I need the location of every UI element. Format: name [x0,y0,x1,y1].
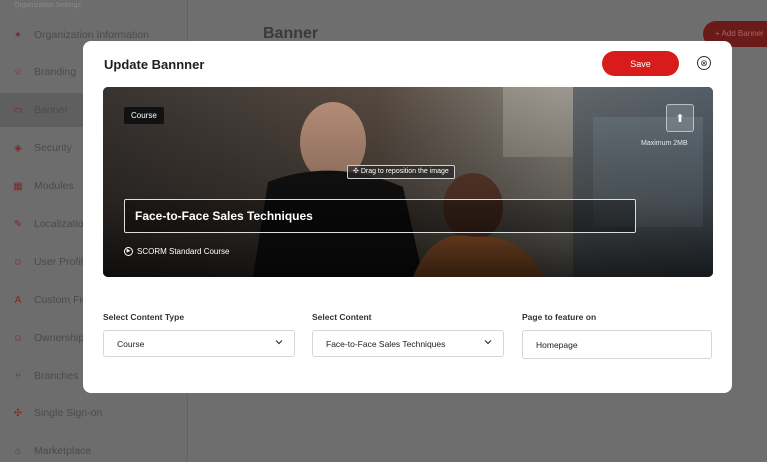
page-feature-label: Page to feature on [522,312,597,322]
save-button[interactable]: Save [602,51,679,76]
chevron-down-icon [484,340,492,345]
banner-title-field[interactable]: Face-to-Face Sales Techniques [124,199,636,233]
drag-hint-label: Drag to reposition the image [360,168,449,175]
content-type-tag: Course [124,107,164,124]
sidebar-item-label: Branding [34,66,77,78]
sidebar-item-single-sign-on[interactable]: ✣ Single Sign-on [0,396,188,430]
store-icon: ⌂ [14,445,22,457]
star-icon: ☆ [13,66,23,78]
branch-icon: ⑂ [15,370,21,382]
sidebar-item-label: Organization Information [34,29,149,41]
upload-image-button[interactable]: ⬆ [666,104,694,132]
course-type-text: SCORM Standard Course [137,247,230,256]
sidebar-item-label: Security [34,142,72,154]
close-icon[interactable]: ⊗ [697,56,711,70]
page-feature-field[interactable]: Homepage [522,330,712,359]
content-type-value: Course [117,338,145,349]
move-icon: ✣ [353,168,361,175]
modal-title: Update Bannner [104,57,205,72]
user-icon: ☺ [12,332,24,344]
key-icon: ✣ [13,407,23,419]
sidebar-item-label: Modules [34,180,74,192]
course-type-label: ▶ SCORM Standard Course [124,247,229,256]
sidebar-item-marketplace[interactable]: ⌂ Marketplace [0,434,188,462]
banner-preview[interactable]: Course ✣ Drag to reposition the image ⬆ … [103,87,713,277]
sidebar-item-label: User Profile [34,256,89,268]
sidebar-item-label: Ownership [34,332,85,344]
sidebar-item-label: Marketplace [34,445,92,457]
users-icon: ☺ [12,256,24,268]
content-value: Face-to-Face Sales Techniques [326,338,446,349]
sidebar-item-label: Branches [34,370,79,382]
drag-to-reposition-hint[interactable]: ✣ Drag to reposition the image [347,165,455,179]
upload-icon: ⬆ [675,112,685,125]
sidebar-heading: Organization Settings [14,2,81,9]
content-label: Select Content [312,312,372,322]
shield-icon: ◈ [14,142,22,154]
content-type-label: Select Content Type [103,312,185,322]
chevron-down-icon [275,340,283,345]
max-size-note: Maximum 2MB [641,140,688,147]
grid-icon: ▦ [13,180,23,192]
text-icon: A [14,294,22,306]
page-feature-value: Homepage [536,339,578,350]
update-banner-modal: Update Bannner Save ⊗ Course ✣ Drag to r… [83,41,732,393]
sidebar-item-label: Banner [34,104,68,116]
content-select[interactable]: Face-to-Face Sales Techniques [312,330,504,357]
sidebar-item-label: Localization [34,218,90,230]
content-type-select[interactable]: Course [103,330,295,357]
image-icon: ▭ [13,104,23,116]
sidebar-item-label: Single Sign-on [34,407,103,419]
play-icon: ▶ [124,247,133,256]
globe-icon: ✎ [13,218,23,230]
building-icon: ✦ [13,29,23,41]
